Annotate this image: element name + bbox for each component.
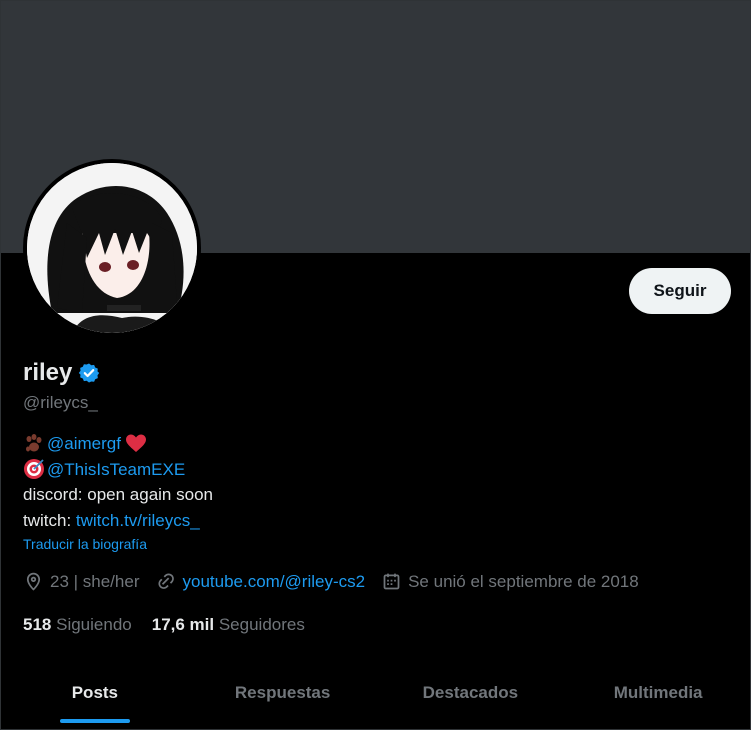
paw-emoji-icon bbox=[26, 433, 42, 452]
profile-tabs: Posts Respuestas Destacados Multimedia bbox=[1, 661, 750, 729]
link-icon bbox=[158, 573, 175, 589]
meta-website-link[interactable]: youtube.com/@riley-cs2 bbox=[182, 572, 365, 592]
following-label: Siguiendo bbox=[56, 615, 132, 634]
target-emoji-icon bbox=[24, 459, 44, 480]
avatar-border bbox=[23, 159, 201, 337]
followers-count[interactable]: 17,6 mil Seguidores bbox=[152, 615, 305, 635]
tab-respuestas[interactable]: Respuestas bbox=[189, 661, 377, 729]
active-tab-indicator bbox=[59, 719, 130, 723]
meta-website[interactable]: youtube.com/@riley-cs2 bbox=[155, 571, 365, 592]
tab-multimedia[interactable]: Multimedia bbox=[564, 661, 750, 729]
bio-twitch-link[interactable]: twitch.tv/rileycs_ bbox=[76, 508, 200, 534]
meta-joined-text: Se unió el septiembre de 2018 bbox=[408, 571, 639, 591]
verified-badge-icon[interactable] bbox=[78, 362, 100, 384]
followers-label: Seguidores bbox=[218, 615, 305, 634]
follow-button[interactable]: Seguir bbox=[629, 268, 731, 314]
tab-label: Destacados bbox=[422, 683, 519, 702]
meta-joined: Se unió el septiembre de 2018 bbox=[381, 571, 639, 592]
bio-twitch-prefix: twitch: bbox=[23, 510, 76, 530]
bio-line-4: twitch: twitch.tv/rileycs_ bbox=[23, 508, 213, 534]
handle: @rileycs_ bbox=[23, 393, 98, 412]
followers-number: 17,6 mil bbox=[151, 615, 215, 634]
bio-mention-aimergf[interactable]: @aimergf bbox=[47, 431, 121, 457]
avatar[interactable] bbox=[27, 163, 197, 333]
heart-emoji-icon bbox=[125, 434, 146, 452]
tab-label: Multimedia bbox=[613, 683, 703, 702]
profile-meta: 23 | she/her youtube.com/@riley-cs2 Se u… bbox=[23, 571, 655, 592]
bio-line-2: @ThisIsTeamEXE bbox=[23, 457, 213, 483]
calendar-icon bbox=[383, 573, 400, 590]
following-count[interactable]: 518 Siguiendo bbox=[23, 615, 132, 635]
bio: @aimergf @ThisIsTeamEXE discord: open ag… bbox=[23, 431, 213, 533]
translate-bio-link[interactable]: Traducir la biografía bbox=[23, 536, 147, 552]
bio-mention-teamexe[interactable]: @ThisIsTeamEXE bbox=[47, 457, 185, 483]
bio-line-3: discord: open again soon bbox=[23, 485, 213, 504]
display-name: riley bbox=[23, 359, 73, 386]
following-number: 518 bbox=[23, 615, 52, 634]
avatar-image bbox=[27, 163, 197, 333]
tab-destacados[interactable]: Destacados bbox=[377, 661, 565, 729]
name-row: riley bbox=[23, 359, 100, 387]
meta-location-text: 23 | she/her bbox=[50, 571, 140, 591]
tab-posts[interactable]: Posts bbox=[1, 661, 189, 729]
follow-counts: 518 Siguiendo 17,6 mil Seguidores bbox=[23, 615, 325, 635]
meta-location: 23 | she/her bbox=[23, 571, 139, 592]
bio-line-1: @aimergf bbox=[23, 431, 213, 457]
profile-page: Seguir riley @rileycs_ @aimergf @ThisIsT… bbox=[0, 0, 751, 730]
tab-label: Respuestas bbox=[234, 683, 331, 702]
location-icon bbox=[26, 572, 41, 591]
